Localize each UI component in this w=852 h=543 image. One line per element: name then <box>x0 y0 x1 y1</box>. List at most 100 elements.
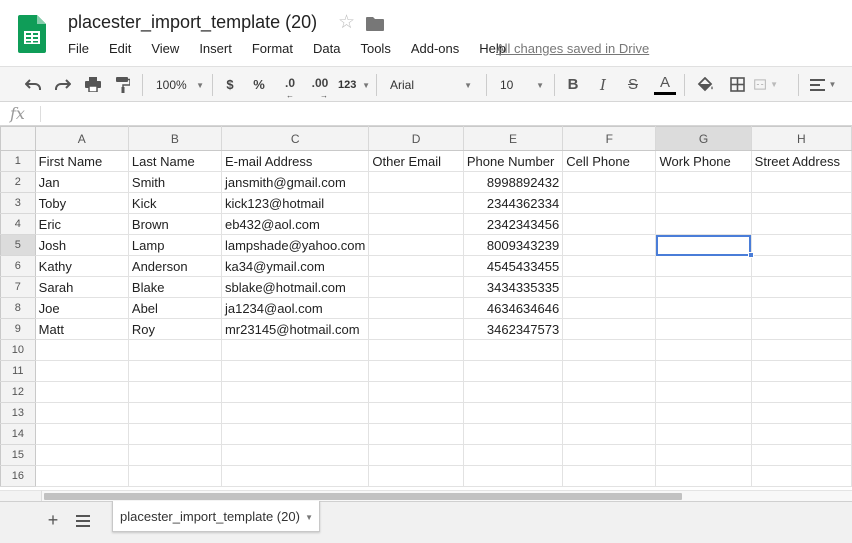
print-icon[interactable] <box>82 67 104 102</box>
italic-button[interactable]: I <box>593 67 613 102</box>
cell-e16[interactable] <box>462 465 564 487</box>
cell-a2[interactable]: Jan <box>34 171 129 193</box>
cell-b14[interactable] <box>127 423 222 445</box>
column-header-a[interactable]: A <box>34 126 129 151</box>
cell-h13[interactable] <box>750 402 852 424</box>
zoom-select[interactable]: 100% ▼ <box>156 67 204 102</box>
menu-tools[interactable]: Tools <box>350 40 400 56</box>
text-color-button[interactable]: A <box>653 67 677 102</box>
all-sheets-menu-icon[interactable] <box>76 514 90 527</box>
cell-b13[interactable] <box>127 402 222 424</box>
cell-e3[interactable]: 2344362334 <box>462 192 564 214</box>
cell-a3[interactable]: Toby <box>34 192 129 214</box>
cell-h14[interactable] <box>750 423 852 445</box>
cell-f1[interactable]: Cell Phone <box>562 150 657 172</box>
cell-b15[interactable] <box>127 444 222 466</box>
cell-c4[interactable]: eb432@aol.com <box>220 213 370 235</box>
cell-e8[interactable]: 4634634646 <box>462 297 564 319</box>
cell-d9[interactable] <box>368 318 464 340</box>
merge-cells-icon[interactable]: ▼ <box>754 67 778 102</box>
row-header[interactable]: 3 <box>0 192 36 214</box>
menu-view[interactable]: View <box>141 40 189 56</box>
cell-g3[interactable] <box>655 192 752 214</box>
row-header[interactable]: 4 <box>0 213 36 235</box>
cell-h3[interactable] <box>750 192 852 214</box>
row-header[interactable]: 1 <box>0 150 36 172</box>
save-status-link[interactable]: All changes saved in Drive <box>496 41 649 56</box>
cell-e6[interactable]: 4545433455 <box>462 255 564 277</box>
cell-g14[interactable] <box>655 423 752 445</box>
cell-f14[interactable] <box>562 423 657 445</box>
star-icon[interactable]: ☆ <box>338 12 355 34</box>
row-header[interactable]: 15 <box>0 444 36 466</box>
menu-data[interactable]: Data <box>303 40 350 56</box>
cell-c12[interactable] <box>220 381 370 403</box>
row-header[interactable]: 5 <box>0 234 36 256</box>
cell-g8[interactable] <box>655 297 752 319</box>
row-header[interactable]: 6 <box>0 255 36 277</box>
cell-d6[interactable] <box>368 255 464 277</box>
cell-b16[interactable] <box>127 465 222 487</box>
cell-g15[interactable] <box>655 444 752 466</box>
cell-g11[interactable] <box>655 360 752 382</box>
cell-a6[interactable]: Kathy <box>34 255 129 277</box>
cell-f8[interactable] <box>562 297 657 319</box>
cell-h8[interactable] <box>750 297 852 319</box>
cell-e11[interactable] <box>462 360 564 382</box>
cell-g9[interactable] <box>655 318 752 340</box>
cell-g16[interactable] <box>655 465 752 487</box>
font-family-select[interactable]: Arial ▼ <box>390 67 472 102</box>
cell-f3[interactable] <box>562 192 657 214</box>
cell-f9[interactable] <box>562 318 657 340</box>
column-header-e[interactable]: E <box>462 126 564 151</box>
column-header-c[interactable]: C <box>220 126 370 151</box>
column-header-b[interactable]: B <box>127 126 222 151</box>
currency-format-button[interactable]: $ <box>220 67 240 102</box>
cell-c9[interactable]: mr23145@hotmail.com <box>220 318 370 340</box>
cell-g7[interactable] <box>655 276 752 298</box>
cell-a11[interactable] <box>34 360 129 382</box>
row-header[interactable]: 10 <box>0 339 36 361</box>
cell-a7[interactable]: Sarah <box>34 276 129 298</box>
decrease-decimal-button[interactable]: .0 ← <box>278 67 302 102</box>
cell-d10[interactable] <box>368 339 464 361</box>
cell-e1[interactable]: Phone Number <box>462 150 564 172</box>
cell-g2[interactable] <box>655 171 752 193</box>
cell-a9[interactable]: Matt <box>34 318 129 340</box>
strikethrough-button[interactable]: S <box>623 67 643 102</box>
cell-b12[interactable] <box>127 381 222 403</box>
cell-a1[interactable]: First Name <box>34 150 129 172</box>
cell-e12[interactable] <box>462 381 564 403</box>
cell-f13[interactable] <box>562 402 657 424</box>
undo-icon[interactable] <box>22 67 44 102</box>
cell-h11[interactable] <box>750 360 852 382</box>
column-header-h[interactable]: H <box>750 126 852 151</box>
row-header[interactable]: 7 <box>0 276 36 298</box>
cell-c5[interactable]: lampshade@yahoo.com <box>220 234 370 256</box>
cell-f11[interactable] <box>562 360 657 382</box>
cell-b4[interactable]: Brown <box>127 213 222 235</box>
cell-a15[interactable] <box>34 444 129 466</box>
cell-h15[interactable] <box>750 444 852 466</box>
cell-a14[interactable] <box>34 423 129 445</box>
cell-g4[interactable] <box>655 213 752 235</box>
cell-d4[interactable] <box>368 213 464 235</box>
column-header-f[interactable]: F <box>562 126 657 151</box>
cell-b5[interactable]: Lamp <box>127 234 222 256</box>
cell-c6[interactable]: ka34@ymail.com <box>220 255 370 277</box>
cell-b3[interactable]: Kick <box>127 192 222 214</box>
increase-decimal-button[interactable]: .00 → <box>306 67 334 102</box>
cell-d15[interactable] <box>368 444 464 466</box>
menu-format[interactable]: Format <box>242 40 303 56</box>
cell-d16[interactable] <box>368 465 464 487</box>
cell-a5[interactable]: Josh <box>34 234 129 256</box>
cell-c10[interactable] <box>220 339 370 361</box>
row-header[interactable]: 14 <box>0 423 36 445</box>
cell-d8[interactable] <box>368 297 464 319</box>
cell-d3[interactable] <box>368 192 464 214</box>
cell-b7[interactable]: Blake <box>127 276 222 298</box>
sheet-tab-active[interactable]: placester_import_template (20) ▼ <box>112 501 320 532</box>
cell-e2[interactable]: 8998892432 <box>462 171 564 193</box>
select-all-corner[interactable] <box>0 126 36 151</box>
row-header[interactable]: 9 <box>0 318 36 340</box>
